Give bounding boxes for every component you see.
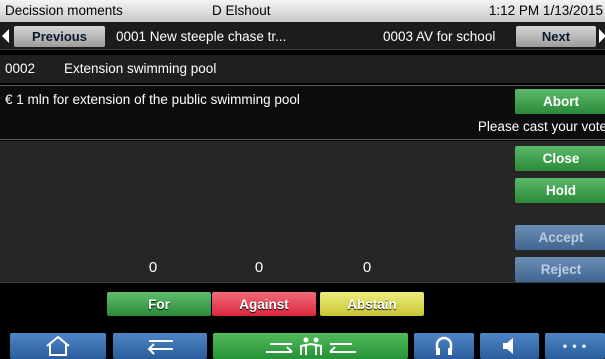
home-icon (46, 335, 70, 356)
motion-navigation-bar: Previous 0001 New steeple chase tr... 00… (0, 22, 605, 50)
datetime: 1:12 PM 1/13/2015 (488, 3, 603, 18)
next-motion-title[interactable]: 0003 AV for school (383, 29, 495, 44)
headphones-icon (435, 336, 453, 355)
abstain-count: 0 (362, 259, 372, 276)
headphones-button[interactable] (414, 333, 474, 359)
status-bar: Decission moments D Elshout 1:12 PM 1/13… (0, 0, 605, 22)
against-button[interactable]: Against (212, 292, 316, 316)
vote-buttons-strip: For Against Abstain (0, 282, 605, 327)
reject-button[interactable]: Reject (515, 257, 605, 282)
speaker-icon (502, 338, 513, 354)
abstain-button[interactable]: Abstain (320, 292, 424, 316)
accept-button[interactable]: Accept (515, 225, 605, 250)
for-count: 0 (148, 259, 158, 276)
hold-button[interactable]: Hold (515, 178, 605, 203)
next-button[interactable]: Next (516, 26, 596, 47)
more-icon: • • • (562, 339, 588, 353)
interpretation-button[interactable] (213, 333, 408, 359)
previous-arrow-icon (2, 29, 9, 43)
home-button[interactable] (10, 333, 106, 359)
user-name: D Elshout (212, 3, 271, 18)
app-title: Decission moments (5, 3, 123, 18)
motion-title-row: 0002 Extension swimming pool (0, 55, 605, 83)
motion-title: Extension swimming pool (64, 61, 217, 76)
for-button[interactable]: For (107, 292, 211, 316)
more-button[interactable]: • • • (545, 333, 605, 359)
previous-button[interactable]: Previous (14, 26, 105, 47)
next-arrow-icon (599, 29, 605, 43)
vote-instruction: Please cast your vote (477, 119, 605, 134)
abort-button[interactable]: Abort (515, 89, 605, 114)
interpreter-exchange-icon (265, 337, 356, 355)
bottom-toolbar: • • • (0, 330, 605, 359)
back-arrow-icon (147, 340, 173, 355)
speaker-button[interactable] (480, 333, 539, 359)
motion-description: € 1 mln for extension of the public swim… (5, 92, 300, 107)
motion-number: 0002 (5, 61, 36, 76)
back-button[interactable] (113, 333, 207, 359)
close-button[interactable]: Close (515, 146, 605, 171)
against-count: 0 (254, 259, 264, 276)
previous-motion-title[interactable]: 0001 New steeple chase tr... (116, 29, 286, 44)
